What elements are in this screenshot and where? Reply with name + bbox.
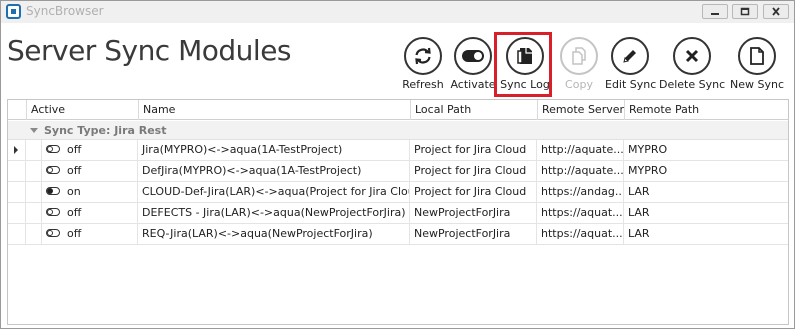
- group-label: Sync Type: Jira Rest: [44, 124, 167, 137]
- remote-server-cell[interactable]: http://aquate...: [537, 161, 624, 181]
- app-logo-icon: [6, 4, 21, 19]
- row-indent: [26, 224, 42, 244]
- activate-circle: [454, 37, 492, 75]
- active-cell[interactable]: on: [42, 182, 138, 202]
- page-title: Server Sync Modules: [7, 34, 292, 67]
- x-icon: [685, 49, 699, 63]
- local-path-cell[interactable]: Project for Jira Cloud: [410, 161, 537, 181]
- row-indicator: [8, 224, 26, 244]
- new-sync-button[interactable]: New Sync: [729, 37, 785, 91]
- remote-path-cell[interactable]: MYPRO: [624, 140, 788, 160]
- active-cell[interactable]: off: [42, 161, 138, 181]
- local-path-cell[interactable]: Project for Jira Cloud: [410, 182, 537, 202]
- remote-path-cell[interactable]: LAR: [624, 203, 788, 223]
- column-header-remote-server[interactable]: Remote Server: [537, 100, 624, 120]
- delete-sync-label: Delete Sync: [659, 78, 726, 91]
- app-window: SyncBrowser Server Sync Modules Refresh: [0, 0, 795, 329]
- refresh-circle: [404, 37, 442, 75]
- remote-server-cell[interactable]: http://aquate...: [537, 140, 624, 160]
- active-cell[interactable]: off: [42, 203, 138, 223]
- column-header-active[interactable]: Active: [26, 100, 138, 120]
- table-row[interactable]: off DEFECTS - Jira(LAR)<->aqua(NewProjec…: [8, 203, 788, 224]
- copy-icon: [572, 47, 586, 65]
- local-path-cell[interactable]: Project for Jira Cloud: [410, 140, 537, 160]
- remote-server-cell[interactable]: https://aquat...: [537, 203, 624, 223]
- toggle-off-icon[interactable]: [46, 166, 60, 174]
- table-row[interactable]: off Jira(MYPRO)<->aqua(1A-TestProject) P…: [8, 140, 788, 161]
- row-indent: [26, 182, 42, 202]
- table-row[interactable]: off REQ-Jira(LAR)<->aqua(NewProjectForJi…: [8, 224, 788, 245]
- column-header-local-path[interactable]: Local Path: [410, 100, 537, 120]
- name-cell[interactable]: Jira(MYPRO)<->aqua(1A-TestProject): [138, 140, 410, 160]
- active-state: off: [67, 206, 82, 219]
- active-state: off: [67, 164, 82, 177]
- minimize-button[interactable]: [702, 4, 728, 19]
- copy-button[interactable]: Copy: [557, 37, 601, 91]
- new-document-icon: [750, 47, 764, 65]
- refresh-label: Refresh: [402, 78, 444, 91]
- column-header-remote-path[interactable]: Remote Path: [624, 100, 788, 120]
- row-indicator: [8, 203, 26, 223]
- collapse-caret-icon[interactable]: [30, 128, 38, 133]
- row-indicator-icon: [8, 140, 26, 160]
- remote-server-cell[interactable]: https://andag...: [537, 182, 624, 202]
- toggle-on-icon[interactable]: [46, 187, 60, 195]
- pencil-icon: [623, 50, 636, 63]
- table-row[interactable]: off DefJira(MYPRO)<->aqua(1A-TestProject…: [8, 161, 788, 182]
- header-indicator: [8, 100, 26, 120]
- toggle-off-icon[interactable]: [46, 229, 60, 237]
- active-cell[interactable]: off: [42, 140, 138, 160]
- close-icon: [772, 7, 780, 16]
- edit-sync-circle: [611, 37, 649, 75]
- refresh-icon: [415, 47, 431, 65]
- toggle-off-icon[interactable]: [46, 208, 60, 216]
- row-indicator: [8, 161, 26, 181]
- sync-modules-grid: Active Name Local Path Remote Server Rem…: [7, 99, 789, 325]
- local-path-cell[interactable]: NewProjectForJira: [410, 224, 537, 244]
- grid-header: Active Name Local Path Remote Server Rem…: [8, 100, 788, 120]
- title-bar[interactable]: SyncBrowser: [1, 1, 794, 23]
- active-state: off: [67, 227, 82, 240]
- toggle-off-icon[interactable]: [46, 145, 60, 153]
- group-row[interactable]: Sync Type: Jira Rest: [8, 121, 788, 140]
- close-button[interactable]: [763, 4, 789, 19]
- name-cell[interactable]: REQ-Jira(LAR)<->aqua(NewProjectForJira): [138, 224, 410, 244]
- copy-circle: [560, 37, 598, 75]
- delete-sync-circle: [673, 37, 711, 75]
- minimize-icon: [711, 13, 719, 15]
- copy-label: Copy: [565, 78, 593, 91]
- table-row[interactable]: on CLOUD-Def-Jira(LAR)<->aqua(Project fo…: [8, 182, 788, 203]
- row-indent: [26, 161, 42, 181]
- new-sync-label: New Sync: [729, 78, 784, 91]
- activate-label: Activate: [450, 78, 496, 91]
- local-path-cell[interactable]: NewProjectForJira: [410, 203, 537, 223]
- remote-path-cell[interactable]: LAR: [624, 224, 788, 244]
- highlight-box: [494, 32, 552, 97]
- remote-server-cell[interactable]: https://aquat...: [537, 224, 624, 244]
- window-title: SyncBrowser: [26, 4, 104, 18]
- refresh-button[interactable]: Refresh: [401, 37, 445, 91]
- row-indent: [26, 140, 42, 160]
- remote-path-cell[interactable]: MYPRO: [624, 161, 788, 181]
- name-cell[interactable]: DefJira(MYPRO)<->aqua(1A-TestProject): [138, 161, 410, 181]
- name-cell[interactable]: CLOUD-Def-Jira(LAR)<->aqua(Project for J…: [138, 182, 410, 202]
- maximize-button[interactable]: [732, 4, 758, 19]
- new-sync-circle: [738, 37, 776, 75]
- name-cell[interactable]: DEFECTS - Jira(LAR)<->aqua(NewProjectFor…: [138, 203, 410, 223]
- edit-sync-button[interactable]: Edit Sync: [605, 37, 657, 91]
- active-state: off: [67, 143, 82, 156]
- remote-path-cell[interactable]: LAR: [624, 182, 788, 202]
- row-indicator: [8, 182, 26, 202]
- active-cell[interactable]: off: [42, 224, 138, 244]
- maximize-icon: [740, 7, 750, 16]
- active-state: on: [67, 185, 81, 198]
- delete-sync-button[interactable]: Delete Sync: [659, 37, 725, 91]
- edit-sync-label: Edit Sync: [605, 78, 657, 91]
- column-header-name[interactable]: Name: [138, 100, 410, 120]
- toggle-icon: [462, 50, 484, 62]
- row-indent: [26, 203, 42, 223]
- activate-button[interactable]: Activate: [450, 37, 496, 91]
